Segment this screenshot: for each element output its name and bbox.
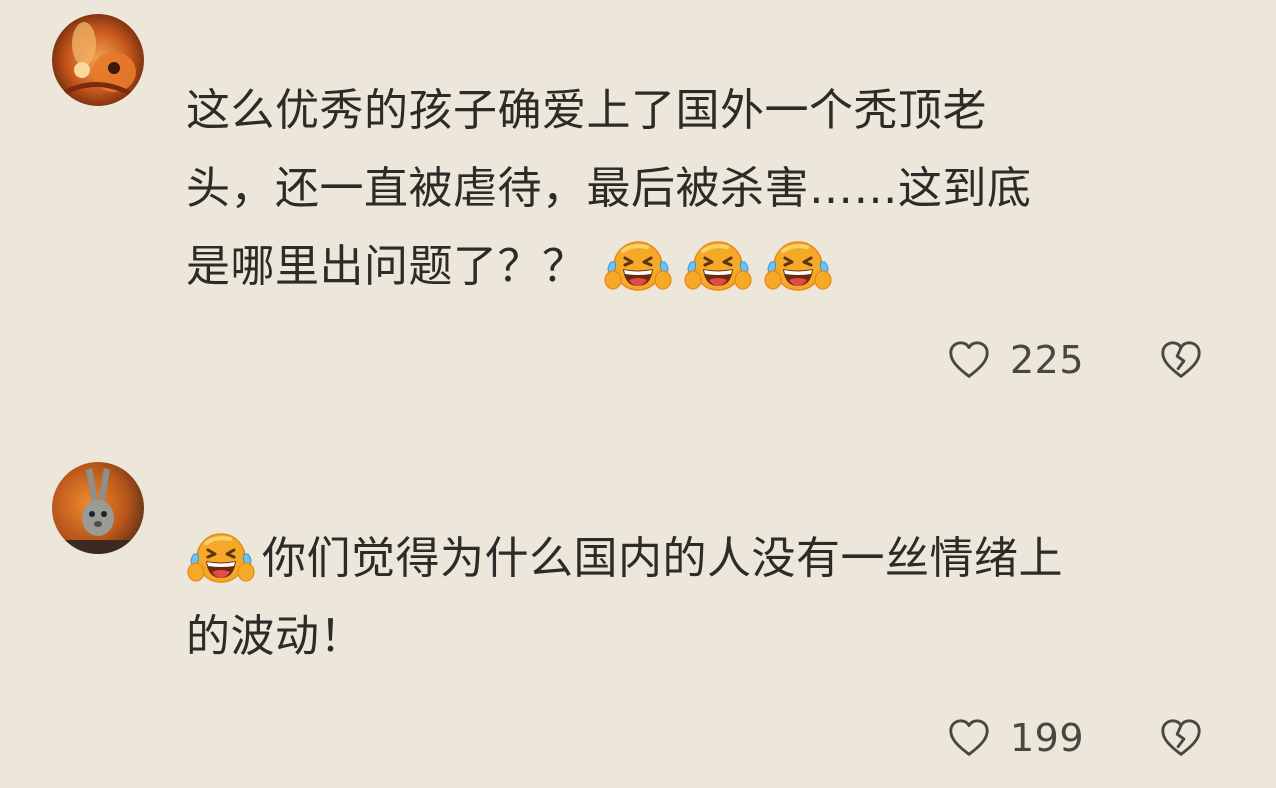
user-avatar[interactable] — [52, 462, 144, 554]
laughing-crying-emoji-icon — [762, 236, 833, 294]
broken-heart-icon[interactable] — [1158, 337, 1204, 383]
comment-text: 这么优秀的孩子确爱上了国外一个秃顶老 头，还一直被虐待，最后被杀害……这到底 是… — [186, 72, 1206, 306]
heart-outline-icon — [949, 719, 989, 756]
avatar-image — [52, 14, 144, 106]
heart-outline-icon — [949, 341, 989, 378]
like-count: 199 — [1009, 716, 1084, 760]
laughing-crying-emoji-icon — [682, 236, 753, 294]
laughing-crying-emoji-icon — [186, 528, 256, 586]
broken-heart-icon[interactable] — [1158, 715, 1204, 761]
comment-item: 你们觉得为什么国内的人没有一丝情绪上 的波动！ 199 — [0, 440, 1276, 788]
comment-actions: 225 — [946, 330, 1204, 390]
user-avatar[interactable] — [52, 14, 144, 106]
comment-text: 你们觉得为什么国内的人没有一丝情绪上 的波动！ — [186, 520, 1206, 676]
comment-actions: 199 — [946, 708, 1204, 768]
like-button[interactable]: 225 — [946, 337, 1084, 383]
comment-item: 这么优秀的孩子确爱上了国外一个秃顶老 头，还一直被虐待，最后被杀害……这到底 是… — [0, 0, 1276, 420]
comment-text-line: 你们觉得为什么国内的人没有一丝情绪上 — [262, 533, 1063, 584]
comment-text-line: 的波动！ — [186, 611, 364, 662]
comment-text-line: 这么优秀的孩子确爱上了国外一个秃顶老 — [186, 85, 987, 136]
comment-text-line: 头，还一直被虐待，最后被杀害……这到底 — [186, 163, 1032, 214]
avatar-image — [52, 462, 144, 554]
like-button[interactable]: 199 — [946, 715, 1084, 761]
emoji-row — [602, 228, 843, 306]
comment-text-line: 是哪里出问题了？？ — [186, 241, 587, 292]
like-count: 225 — [1009, 338, 1084, 382]
laughing-crying-emoji-icon — [602, 236, 673, 294]
